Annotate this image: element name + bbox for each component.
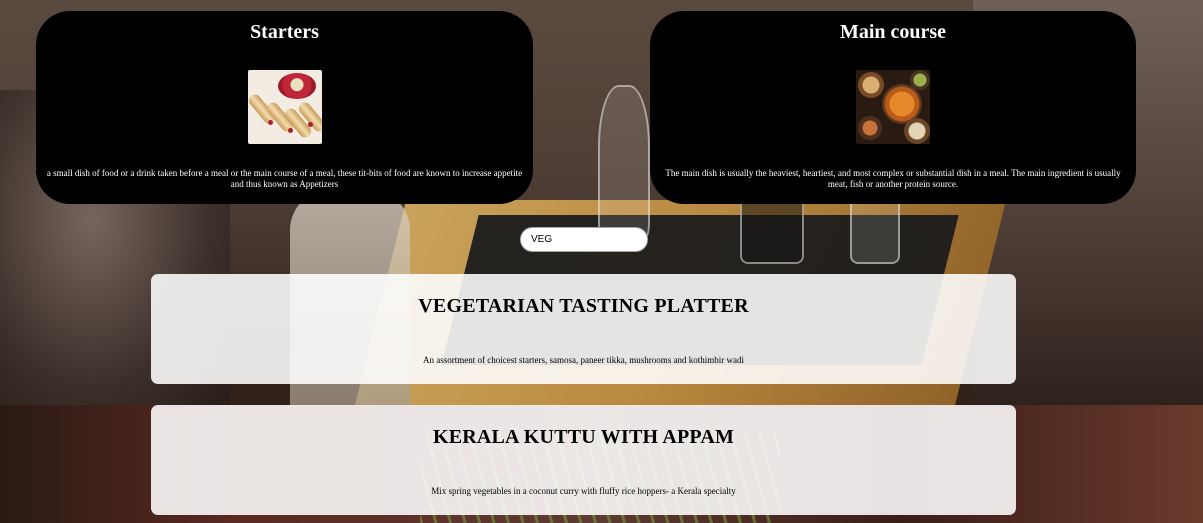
dish-name: VEGETARIAN TASTING PLATTER	[418, 295, 749, 317]
category-description: a small dish of food or a drink taken be…	[46, 168, 523, 189]
main-course-image	[856, 70, 930, 144]
dish-description: An assortment of choicest starters, samo…	[423, 355, 744, 365]
category-description: The main dish is usually the heaviest, h…	[665, 168, 1121, 189]
category-title: Main course	[839, 21, 947, 43]
search-input[interactable]	[520, 227, 648, 252]
category-card-main-course[interactable]: Main course The main dish is usually the…	[650, 11, 1136, 204]
dish-card[interactable]: VEGETARIAN TASTING PLATTER An assortment…	[151, 274, 1016, 384]
dish-card[interactable]: KERALA KUTTU WITH APPAM Mix spring veget…	[151, 405, 1016, 515]
dish-name: KERALA KUTTU WITH APPAM	[432, 426, 735, 448]
category-card-starters[interactable]: Starters a small dish of food or a drink…	[36, 11, 533, 204]
starters-image	[247, 70, 322, 144]
category-title: Starters	[250, 21, 319, 43]
dish-description: Mix spring vegetables in a coconut curry…	[431, 486, 736, 496]
